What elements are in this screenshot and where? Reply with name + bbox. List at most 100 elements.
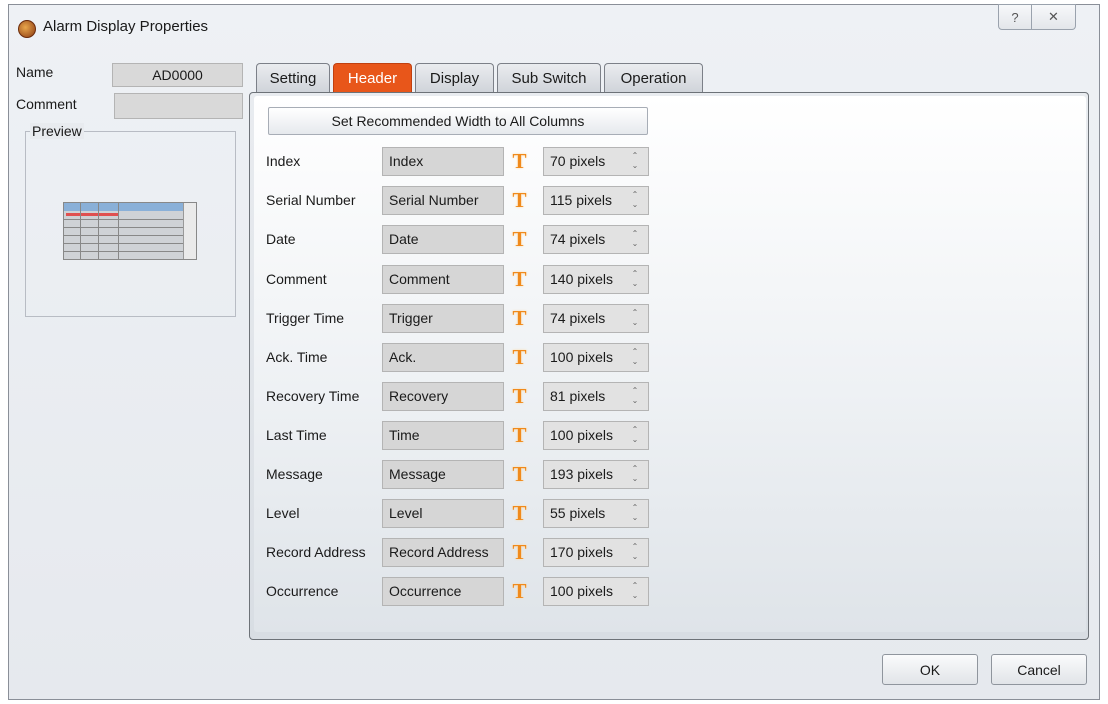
tab-label: Sub Switch [511, 70, 587, 87]
font-settings-icon[interactable]: T [507, 384, 532, 409]
column-width-spinner[interactable]: 70 pixels ⌃ ⌄ [543, 147, 649, 176]
row-label: Occurrence [266, 583, 339, 599]
set-recommended-width-button[interactable]: Set Recommended Width to All Columns [268, 107, 648, 135]
tab-label: Setting [269, 70, 317, 87]
column-width-spinner[interactable]: 140 pixels ⌃ ⌄ [543, 265, 649, 294]
font-settings-icon[interactable]: T [507, 149, 532, 174]
font-settings-icon[interactable]: T [507, 579, 532, 604]
width-value: 100 pixels [550, 427, 614, 443]
font-settings-icon[interactable]: T [507, 306, 532, 331]
column-width-spinner[interactable]: 170 pixels ⌃ ⌄ [543, 538, 649, 567]
row-label: Last Time [266, 427, 327, 443]
thumbnail-row [64, 235, 184, 236]
spin-arrows-icon[interactable]: ⌃ ⌄ [630, 229, 640, 249]
column-width-spinner[interactable]: 193 pixels ⌃ ⌄ [543, 460, 649, 489]
tab-panel-content [254, 96, 1086, 632]
row-label: Record Address [266, 544, 366, 560]
width-value: 70 pixels [550, 153, 606, 169]
tab-display[interactable]: Display [415, 63, 494, 93]
help-button[interactable]: ? [998, 4, 1032, 30]
spin-arrows-icon[interactable]: ⌃ ⌄ [630, 425, 640, 445]
header-name-field[interactable]: Date [382, 225, 504, 254]
row-label: Index [266, 153, 301, 169]
spin-arrows-icon[interactable]: ⌃ ⌄ [630, 386, 640, 406]
font-settings-icon[interactable]: T [507, 188, 532, 213]
column-width-spinner[interactable]: 81 pixels ⌃ ⌄ [543, 382, 649, 411]
comment-field[interactable] [114, 93, 243, 119]
width-value: 100 pixels [550, 349, 614, 365]
spin-arrows-icon[interactable]: ⌃ ⌄ [630, 347, 640, 367]
column-width-spinner[interactable]: 100 pixels ⌃ ⌄ [543, 343, 649, 372]
thumbnail-scrollbar [183, 203, 196, 259]
header-name-field[interactable]: Comment [382, 265, 504, 294]
tab-label: Display [429, 70, 480, 87]
column-width-spinner[interactable]: 100 pixels ⌃ ⌄ [543, 421, 649, 450]
window-title: Alarm Display Properties [43, 18, 209, 35]
row-label: Ack. Time [266, 349, 328, 365]
width-value: 81 pixels [550, 388, 606, 404]
header-name-field[interactable]: Trigger [382, 304, 504, 333]
width-value: 140 pixels [550, 271, 614, 287]
header-name-field[interactable]: Message [382, 460, 504, 489]
tab-sub-switch[interactable]: Sub Switch [497, 63, 601, 93]
preview-label: Preview [30, 123, 84, 139]
row-label: Trigger Time [266, 310, 345, 326]
thumbnail-col [118, 203, 119, 259]
column-width-spinner[interactable]: 115 pixels ⌃ ⌄ [543, 186, 649, 215]
header-name-field[interactable]: Index [382, 147, 504, 176]
column-width-spinner[interactable]: 74 pixels ⌃ ⌄ [543, 304, 649, 333]
header-name-field[interactable]: Ack. [382, 343, 504, 372]
header-name-field[interactable]: Time [382, 421, 504, 450]
cancel-button[interactable]: Cancel [991, 654, 1087, 685]
tab-label: Header [347, 70, 398, 87]
font-settings-icon[interactable]: T [507, 267, 532, 292]
row-label: Date [266, 231, 296, 247]
font-settings-icon[interactable]: T [507, 423, 532, 448]
header-name-field[interactable]: Level [382, 499, 504, 528]
width-value: 170 pixels [550, 544, 614, 560]
thumbnail-row [64, 219, 184, 220]
column-width-spinner[interactable]: 100 pixels ⌃ ⌄ [543, 577, 649, 606]
header-name-field[interactable]: Record Address [382, 538, 504, 567]
close-icon: ✕ [1048, 9, 1059, 24]
help-icon: ? [1011, 9, 1019, 25]
tab-setting[interactable]: Setting [256, 63, 330, 93]
ok-button[interactable]: OK [882, 654, 978, 685]
comment-label: Comment [16, 96, 77, 112]
thumbnail-row [64, 243, 184, 244]
font-settings-icon[interactable]: T [507, 345, 532, 370]
font-settings-icon[interactable]: T [507, 227, 532, 252]
column-width-spinner[interactable]: 74 pixels ⌃ ⌄ [543, 225, 649, 254]
tab-label: Operation [620, 70, 687, 87]
row-label: Level [266, 505, 300, 521]
name-field[interactable]: AD0000 [112, 63, 243, 87]
font-settings-icon[interactable]: T [507, 501, 532, 526]
spin-arrows-icon[interactable]: ⌃ ⌄ [630, 503, 640, 523]
tab-header[interactable]: Header [333, 63, 412, 93]
spin-arrows-icon[interactable]: ⌃ ⌄ [630, 151, 640, 171]
row-label: Comment [266, 271, 327, 287]
close-button[interactable]: ✕ [1032, 4, 1076, 30]
width-value: 100 pixels [550, 583, 614, 599]
thumbnail-alarm-row [66, 213, 118, 216]
thumbnail-col [98, 203, 99, 259]
tab-operation[interactable]: Operation [604, 63, 703, 93]
width-value: 55 pixels [550, 505, 606, 521]
font-settings-icon[interactable]: T [507, 540, 532, 565]
font-settings-icon[interactable]: T [507, 462, 532, 487]
header-name-field[interactable]: Recovery [382, 382, 504, 411]
spin-arrows-icon[interactable]: ⌃ ⌄ [630, 542, 640, 562]
spin-arrows-icon[interactable]: ⌃ ⌄ [630, 269, 640, 289]
preview-thumbnail [63, 202, 197, 260]
thumbnail-header [64, 203, 184, 211]
spin-arrows-icon[interactable]: ⌃ ⌄ [630, 464, 640, 484]
spin-arrows-icon[interactable]: ⌃ ⌄ [630, 308, 640, 328]
row-label: Recovery Time [266, 388, 360, 404]
header-name-field[interactable]: Serial Number [382, 186, 504, 215]
spin-arrows-icon[interactable]: ⌃ ⌄ [630, 581, 640, 601]
width-value: 193 pixels [550, 466, 614, 482]
spin-arrows-icon[interactable]: ⌃ ⌄ [630, 190, 640, 210]
header-name-field[interactable]: Occurrence [382, 577, 504, 606]
thumbnail-col [80, 203, 81, 259]
column-width-spinner[interactable]: 55 pixels ⌃ ⌄ [543, 499, 649, 528]
